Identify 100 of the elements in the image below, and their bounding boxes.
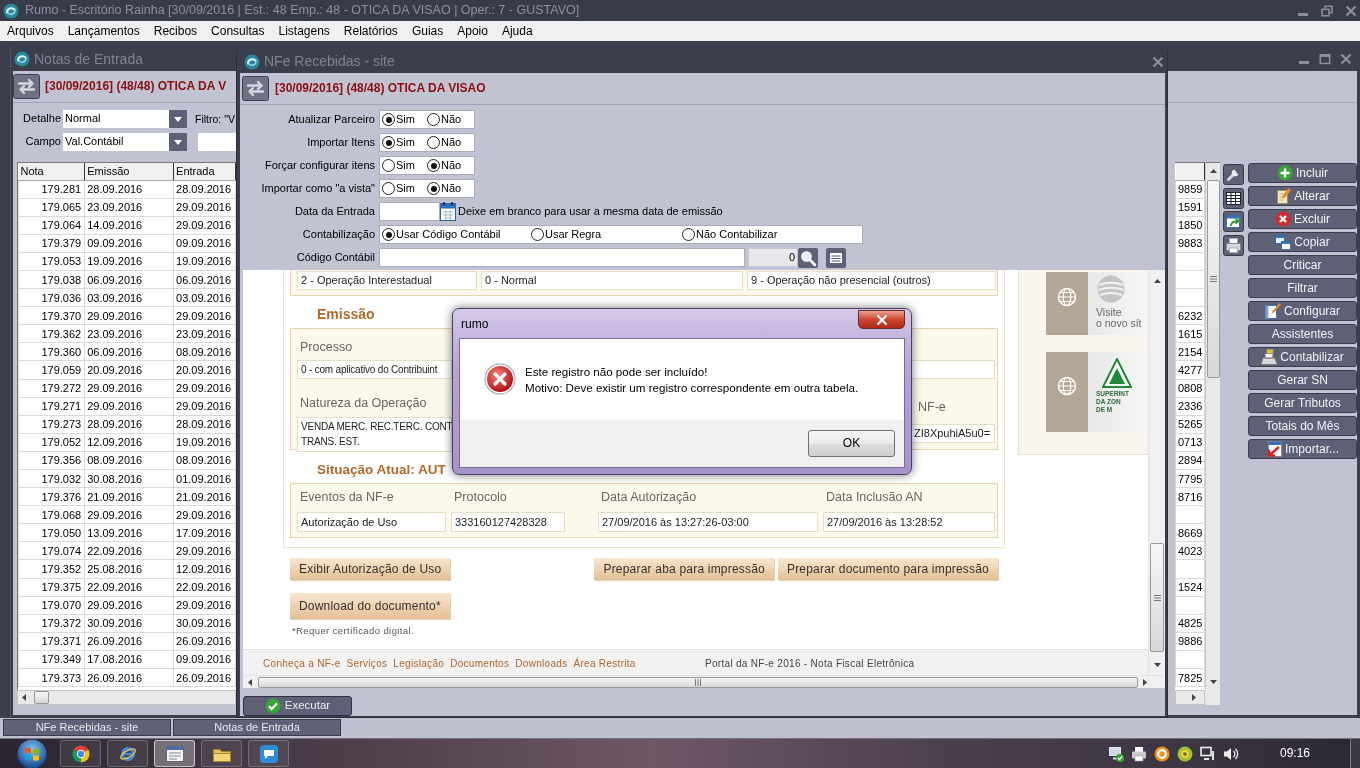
- radio-button[interactable]: [382, 228, 395, 241]
- radio-label[interactable]: Sim: [396, 112, 415, 127]
- taskbar-button[interactable]: [201, 740, 242, 767]
- footer-link[interactable]: Conheça a NF-e: [263, 657, 341, 670]
- scroll-left-icon[interactable]: [22, 694, 26, 701]
- text-field[interactable]: 0 - Normal: [481, 271, 743, 290]
- footer-link[interactable]: Documentos: [450, 657, 510, 670]
- scroll-left-icon[interactable]: [248, 678, 252, 686]
- flag-orb-icon[interactable]: [17, 738, 47, 768]
- radio-label[interactable]: Sim: [396, 135, 415, 150]
- text-field[interactable]: 9 - Operação não presencial (outros): [747, 271, 996, 290]
- ring-icon[interactable]: [1153, 745, 1170, 762]
- menu-item[interactable]: Listagens: [271, 22, 337, 40]
- monitor-icon[interactable]: [1199, 745, 1216, 762]
- radio-label[interactable]: Não: [441, 135, 462, 150]
- calendar-icon[interactable]: [440, 202, 456, 221]
- action-button[interactable]: Preparar documento para impressão: [777, 558, 998, 580]
- radio-label[interactable]: Usar Regra: [545, 227, 602, 242]
- maximize-icon[interactable]: [1319, 53, 1331, 65]
- column-header[interactable]: Emissão: [84, 163, 174, 180]
- taskbar-button[interactable]: [107, 740, 148, 767]
- search-icon[interactable]: [798, 247, 818, 268]
- scroll-down-icon[interactable]: [1153, 663, 1161, 667]
- scroll-up-icon[interactable]: [1209, 169, 1217, 173]
- toolbar-button[interactable]: Excluir: [1248, 209, 1357, 229]
- number-field[interactable]: 0: [748, 248, 798, 267]
- scroll-thumb[interactable]: [34, 691, 49, 704]
- radio-label[interactable]: Sim: [396, 158, 415, 173]
- radio-label[interactable]: Sim: [396, 181, 415, 196]
- scroll-thumb[interactable]: [1206, 180, 1220, 378]
- scroll-down-icon[interactable]: [1209, 680, 1217, 684]
- close-icon[interactable]: [1345, 4, 1357, 17]
- radio-button[interactable]: [382, 136, 395, 149]
- menu-item[interactable]: Guias: [404, 22, 451, 40]
- text-field[interactable]: ZI8XpuhiA5u0=: [910, 424, 995, 443]
- toolbar-button[interactable]: Criticar: [1248, 255, 1357, 275]
- radio-button[interactable]: [427, 136, 440, 149]
- menu-item[interactable]: Apoio: [450, 22, 495, 40]
- text-field[interactable]: 0 - com aplicativo do Contribuint: [297, 360, 452, 379]
- text-field[interactable]: 27/09/2016 às 13:27:26-03:00: [598, 512, 818, 532]
- footer-link[interactable]: Downloads: [515, 657, 568, 670]
- taskbar-button[interactable]: [60, 740, 101, 767]
- text-field[interactable]: 333160127428328: [451, 512, 565, 532]
- date-field[interactable]: [379, 202, 440, 221]
- window-tab[interactable]: Notas de Entrada: [173, 719, 341, 736]
- toolbar-button[interactable]: Importar...: [1248, 439, 1357, 459]
- scroll-right-icon[interactable]: [1143, 678, 1147, 686]
- column-header[interactable]: Nota: [18, 163, 85, 180]
- scroll-thumb[interactable]: [1150, 543, 1164, 652]
- scroll-right-icon[interactable]: [1192, 694, 1196, 701]
- radio-label[interactable]: Não: [441, 181, 462, 196]
- radio-label[interactable]: Não Contabilizar: [696, 227, 778, 242]
- action-button[interactable]: Preparar aba para impressão: [594, 558, 774, 580]
- scroll-up-icon[interactable]: [1153, 279, 1161, 283]
- close-icon[interactable]: [1340, 53, 1352, 65]
- swap-arrows-icon[interactable]: [13, 74, 40, 99]
- column-header[interactable]: Entrada: [173, 163, 236, 180]
- text-field[interactable]: [198, 133, 236, 151]
- radio-button[interactable]: [682, 228, 695, 241]
- radio-label[interactable]: Usar Código Contábil: [396, 227, 501, 242]
- text-field[interactable]: Autorização de Uso: [297, 512, 446, 532]
- radio-button[interactable]: [427, 113, 440, 126]
- printer-icon[interactable]: [1223, 234, 1244, 256]
- banner[interactable]: Visite o novo sít: [1046, 272, 1148, 335]
- window-tab[interactable]: NFe Recebidas - site: [3, 719, 171, 736]
- printer-icon[interactable]: [1130, 745, 1147, 762]
- footer-link[interactable]: Área Restrita: [573, 657, 636, 670]
- show-desktop-button[interactable]: [1350, 739, 1360, 768]
- text-field[interactable]: [910, 360, 995, 379]
- toolbar-button[interactable]: Filtrar: [1248, 278, 1357, 298]
- dropdown[interactable]: Val.Contábil: [63, 133, 187, 151]
- ok-button[interactable]: OK: [808, 430, 895, 457]
- toolbar-button[interactable]: Configurar: [1248, 301, 1357, 321]
- menu-item[interactable]: Arquivos: [0, 22, 61, 40]
- list-icon[interactable]: [826, 247, 846, 268]
- radio-label[interactable]: Não: [441, 112, 462, 127]
- menu-item[interactable]: Consultas: [204, 22, 272, 40]
- computer-check-icon[interactable]: [1107, 745, 1124, 762]
- taskbar-button[interactable]: [248, 740, 289, 767]
- round-badge-icon[interactable]: [1176, 745, 1193, 762]
- menu-item[interactable]: Relatórios: [336, 22, 405, 40]
- toolbar-button[interactable]: Alterar: [1248, 186, 1357, 206]
- swap-arrows-icon[interactable]: [242, 76, 269, 101]
- text-field[interactable]: 2 - Operação Interestadual: [297, 271, 477, 290]
- close-button[interactable]: [858, 310, 905, 329]
- speaker-icon[interactable]: [1222, 745, 1239, 762]
- footer-link[interactable]: Serviços: [346, 657, 388, 670]
- action-button[interactable]: Exibir Autorização de Uso: [290, 558, 451, 580]
- toolbar-button[interactable]: Gerar SN: [1248, 370, 1357, 390]
- restore-icon[interactable]: [1321, 4, 1333, 17]
- toolbar-button[interactable]: Contabilizar: [1248, 347, 1357, 367]
- download-button[interactable]: Download do documento*: [290, 593, 450, 619]
- radio-button[interactable]: [382, 159, 395, 172]
- radio-button[interactable]: [531, 228, 544, 241]
- menu-item[interactable]: Recibos: [146, 22, 205, 40]
- close-icon[interactable]: [1152, 55, 1164, 68]
- radio-button[interactable]: [382, 113, 395, 126]
- wrench-icon[interactable]: [1223, 164, 1244, 185]
- grid-icon[interactable]: [1223, 187, 1244, 209]
- toolbar-button[interactable]: Assistentes: [1248, 324, 1357, 344]
